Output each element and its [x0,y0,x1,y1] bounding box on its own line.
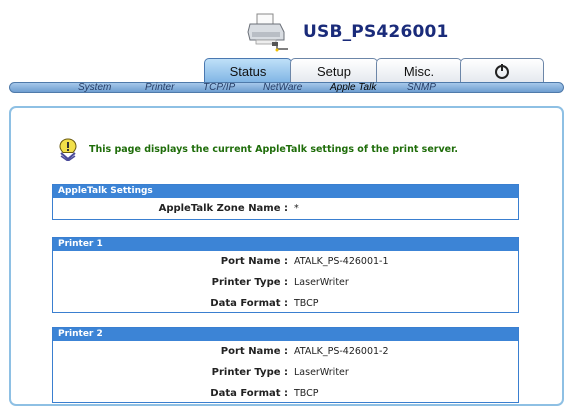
port-name-value: ATALK_PS-426001-1 [294,256,389,267]
port-name-label: Port Name : [220,256,288,267]
data-format-value: TBCP [294,388,319,399]
data-format-value: TBCP [294,298,319,309]
panel-title: Printer 2 [53,328,518,341]
panel-title: Printer 1 [53,238,518,251]
data-format-row: Data Format : TBCP [53,293,518,314]
subnav-item-printer[interactable]: Printer [145,82,174,94]
panel-title: AppleTalk Settings [53,185,518,198]
tab-status[interactable]: Status [204,58,292,83]
port-name-row: Port Name : ATALK_PS-426001-1 [53,251,518,272]
printer-type-row: Printer Type : LaserWriter [53,362,518,383]
port-name-label: Port Name : [220,346,288,357]
tab-misc-label: Misc. [403,64,435,79]
tab-status-label: Status [229,64,267,79]
appletalk-settings-panel: AppleTalk Settings AppleTalk Zone Name :… [52,184,519,220]
zone-name-label: AppleTalk Zone Name : [158,203,288,214]
device-name: USB_PS426001 [303,22,449,42]
subnav-item-system[interactable]: System [78,82,111,94]
printer-type-value: LaserWriter [294,277,349,288]
subnav-item-tcpip[interactable]: TCP/IP [203,82,235,94]
subnav-item-netware[interactable]: NetWare [263,82,302,94]
printer-type-label: Printer Type : [211,367,288,378]
zone-name-row: AppleTalk Zone Name : * [53,198,518,219]
subnav-item-snmp[interactable]: SNMP [407,82,436,94]
port-name-row: Port Name : ATALK_PS-426001-2 [53,341,518,362]
tab-power[interactable] [460,58,544,83]
power-icon [495,63,509,79]
tab-setup-label: Setup [317,64,351,79]
printer-type-value: LaserWriter [294,367,349,378]
printer-2-panel: Printer 2 Port Name : ATALK_PS-426001-2 … [52,327,519,403]
data-format-row: Data Format : TBCP [53,383,518,404]
subnav-item-appletalk[interactable]: Apple Talk [330,82,376,94]
printer-type-label: Printer Type : [211,277,288,288]
tab-misc[interactable]: Misc. [376,58,462,83]
printer-icon [247,13,288,52]
printer-1-panel: Printer 1 Port Name : ATALK_PS-426001-1 … [52,237,519,313]
printer-type-row: Printer Type : LaserWriter [53,272,518,293]
tab-setup[interactable]: Setup [290,58,378,83]
data-format-label: Data Format : [210,388,288,399]
info-bulb-icon [59,138,77,161]
intro-text: This page displays the current AppleTalk… [89,144,459,155]
zone-name-value: * [294,203,299,214]
port-name-value: ATALK_PS-426001-2 [294,346,389,357]
data-format-label: Data Format : [210,298,288,309]
